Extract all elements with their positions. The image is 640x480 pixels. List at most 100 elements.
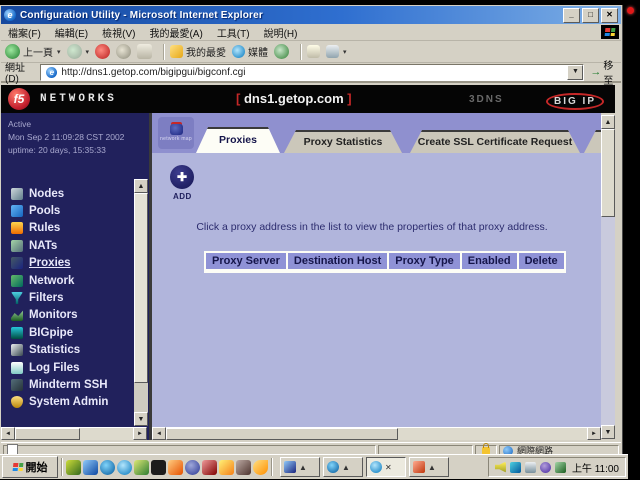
sidebar-item-log-files[interactable]: Log Files xyxy=(11,359,133,376)
task-button-active[interactable]: ✕ xyxy=(366,457,406,477)
tab-proxy-statistics[interactable]: Proxy Statistics xyxy=(284,130,402,153)
add-proxy-button[interactable]: ✚ xyxy=(170,165,194,189)
back-button[interactable]: 上一頁 ▾ xyxy=(5,44,61,59)
scroll-right-icon[interactable]: ► xyxy=(587,427,601,440)
page-icon: e xyxy=(46,67,57,78)
refresh-button[interactable] xyxy=(116,44,131,59)
back-dropdown-icon[interactable]: ▾ xyxy=(57,48,61,56)
col-enabled[interactable]: Enabled xyxy=(462,253,517,269)
sidebar-item-monitors[interactable]: Monitors xyxy=(11,307,133,324)
col-proxy-server[interactable]: Proxy Server xyxy=(206,253,286,269)
mail-button[interactable] xyxy=(307,45,320,58)
sidebar-item-statistics[interactable]: Statistics xyxy=(11,342,133,359)
sidebar-item-nodes[interactable]: Nodes xyxy=(11,185,133,202)
scrollbar-track[interactable] xyxy=(166,427,587,440)
add-button-label: ADD xyxy=(173,192,192,201)
quicklaunch-icon[interactable] xyxy=(202,460,217,475)
task-button[interactable]: ▲ xyxy=(280,457,320,477)
menu-favorites[interactable]: 我的最愛(A) xyxy=(142,25,209,40)
history-button[interactable] xyxy=(274,44,289,59)
quicklaunch-icon[interactable] xyxy=(66,460,81,475)
close-button[interactable]: ✕ xyxy=(601,8,618,23)
sidebar-item-proxies[interactable]: Proxies xyxy=(11,255,133,272)
media-button[interactable]: 媒體 xyxy=(232,44,268,59)
scroll-up-icon[interactable]: ▲ xyxy=(601,115,615,129)
tab-create-ssl-certificate-request[interactable]: Create SSL Certificate Request xyxy=(410,130,580,153)
menu-view[interactable]: 檢視(V) xyxy=(95,25,142,40)
quicklaunch-icon[interactable] xyxy=(83,460,98,475)
tray-icon[interactable] xyxy=(540,462,551,473)
sidebar-item-network[interactable]: Network xyxy=(11,272,133,289)
maximize-button[interactable]: □ xyxy=(582,8,599,23)
scrollbar-thumb[interactable] xyxy=(134,193,148,383)
col-destination-host[interactable]: Destination Host xyxy=(288,253,387,269)
quicklaunch-icon[interactable] xyxy=(100,460,115,475)
sidebar-item-bigpipe[interactable]: BIGpipe xyxy=(11,324,133,341)
minimize-button[interactable]: _ xyxy=(563,8,580,23)
quicklaunch-icon[interactable] xyxy=(168,460,183,475)
scrollbar-thumb[interactable] xyxy=(601,129,615,217)
print-dropdown-icon[interactable]: ▾ xyxy=(343,48,347,56)
scroll-down-icon[interactable]: ▼ xyxy=(134,412,148,426)
back-label: 上一頁 xyxy=(23,44,53,59)
forward-dropdown-icon[interactable]: ▾ xyxy=(86,48,90,56)
task-button-glyph: ▲ xyxy=(342,463,350,472)
link-bigip[interactable]: BIG IP xyxy=(546,93,604,110)
scrollbar-thumb[interactable] xyxy=(15,428,80,440)
sidebar-item-filters[interactable]: Filters xyxy=(11,289,133,306)
sidebar-item-pools[interactable]: Pools xyxy=(11,202,133,219)
tray-icon[interactable] xyxy=(555,462,566,473)
quicklaunch-icon[interactable] xyxy=(236,460,251,475)
address-dropdown-icon[interactable]: ▼ xyxy=(567,65,583,80)
system-status: Active Mon Sep 2 11:09:28 CST 2002 uptim… xyxy=(8,118,133,157)
sidebar-item-mindterm-ssh[interactable]: Mindterm SSH xyxy=(11,376,133,393)
quicklaunch-icon[interactable] xyxy=(219,460,234,475)
go-button[interactable]: → 移至 xyxy=(590,57,621,87)
sidebar-scrollbar[interactable]: ▲ ▼ xyxy=(134,179,148,426)
start-button[interactable]: 開始 xyxy=(2,456,58,478)
quicklaunch-icon[interactable] xyxy=(151,460,166,475)
col-proxy-type[interactable]: Proxy Type xyxy=(389,253,460,269)
col-delete[interactable]: Delete xyxy=(519,253,564,269)
task-button[interactable]: ▲ xyxy=(323,457,363,477)
menu-edit[interactable]: 編輯(E) xyxy=(48,25,95,40)
tab-install-ssl-certificate[interactable]: Install SSL Certif xyxy=(584,130,601,153)
task-button[interactable]: ▲ xyxy=(409,457,449,477)
menu-bar: 檔案(F) 編輯(E) 檢視(V) 我的最愛(A) 工具(T) 說明(H) xyxy=(1,24,621,41)
scrollbar-thumb[interactable] xyxy=(166,428,398,440)
quicklaunch-icon[interactable] xyxy=(134,460,149,475)
stop-button[interactable] xyxy=(95,44,110,59)
menu-help[interactable]: 說明(H) xyxy=(257,25,305,40)
sidebar-item-system-admin[interactable]: System Admin xyxy=(11,394,133,411)
quicklaunch-icon[interactable] xyxy=(185,460,200,475)
title-bar[interactable]: e Configuration Utility - Microsoft Inte… xyxy=(1,6,621,24)
quicklaunch-icon[interactable] xyxy=(117,460,132,475)
volume-icon[interactable] xyxy=(495,462,506,473)
link-3dns[interactable]: 3DNS xyxy=(469,94,504,105)
rules-icon xyxy=(11,222,23,234)
sidebar-item-rules[interactable]: Rules xyxy=(11,220,133,237)
tab-proxies[interactable]: Proxies xyxy=(196,127,280,153)
scroll-right-icon[interactable]: ► xyxy=(133,427,147,440)
scroll-left-icon[interactable]: ◄ xyxy=(1,427,15,440)
main-scrollbar-vertical[interactable]: ▲ ▼ xyxy=(601,115,615,439)
address-input[interactable]: e http://dns1.getop.com/bigipgui/bigconf… xyxy=(40,64,584,81)
menu-tools[interactable]: 工具(T) xyxy=(210,25,257,40)
sidebar-scrollbar-horizontal[interactable]: ◄ ► xyxy=(1,427,147,440)
network-map-button[interactable]: network map xyxy=(158,117,194,149)
tray-icon[interactable] xyxy=(510,462,521,473)
scroll-up-icon[interactable]: ▲ xyxy=(134,179,148,193)
menu-file[interactable]: 檔案(F) xyxy=(1,25,48,40)
print-button[interactable]: ▾ xyxy=(326,45,347,58)
sidebar-item-nats[interactable]: NATs xyxy=(11,237,133,254)
scroll-left-icon[interactable]: ◄ xyxy=(152,427,166,440)
home-button[interactable] xyxy=(137,44,152,59)
main-scrollbar-horizontal[interactable]: ◄ ► xyxy=(152,427,601,440)
scroll-down-icon[interactable]: ▼ xyxy=(601,425,615,439)
scrollbar-track[interactable] xyxy=(15,427,133,440)
toolbar-separator xyxy=(163,44,165,60)
forward-button[interactable]: ▾ xyxy=(67,44,90,59)
tray-icon[interactable] xyxy=(525,462,536,473)
favorites-button[interactable]: 我的最愛 xyxy=(170,44,226,59)
quicklaunch-icon[interactable] xyxy=(253,460,268,475)
